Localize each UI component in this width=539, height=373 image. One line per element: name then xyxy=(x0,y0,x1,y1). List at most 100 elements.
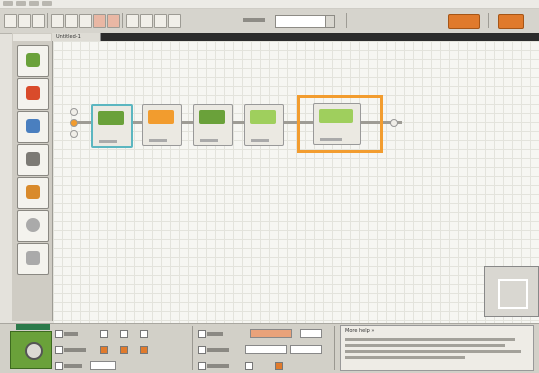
comment-icon[interactable] xyxy=(154,14,167,28)
palette-display[interactable] xyxy=(17,144,49,176)
toolbar-divider xyxy=(47,13,48,28)
help-panel: More help » xyxy=(340,325,534,371)
power-label xyxy=(207,332,223,336)
display-icon xyxy=(26,152,40,166)
port-checkbox-d[interactable] xyxy=(140,330,148,338)
end-point xyxy=(390,119,398,127)
palette-loop[interactable] xyxy=(17,210,49,242)
port-checkbox-c[interactable] xyxy=(120,330,128,338)
block-caption xyxy=(251,139,269,142)
motor-block[interactable] xyxy=(91,104,133,148)
stop-button[interactable] xyxy=(498,14,524,29)
port-checkbox-b[interactable] xyxy=(100,330,108,338)
motor-block-2[interactable] xyxy=(193,104,233,146)
undo-icon[interactable] xyxy=(93,14,106,28)
duration-unit-select[interactable] xyxy=(290,345,322,354)
block-caption xyxy=(320,138,342,141)
power-slider[interactable] xyxy=(250,329,292,338)
palette-sound[interactable] xyxy=(17,111,49,143)
steering-field[interactable] xyxy=(90,361,116,370)
help-text-line xyxy=(345,338,515,341)
direction-label xyxy=(64,348,86,352)
display-block[interactable] xyxy=(244,104,284,146)
tab-label: Untitled-1 xyxy=(56,34,81,40)
zoom-icon[interactable] xyxy=(168,14,181,28)
palette-switch[interactable] xyxy=(17,243,49,275)
new-icon[interactable] xyxy=(4,14,17,28)
palette-record-play[interactable] xyxy=(17,78,49,110)
profile-label xyxy=(243,18,265,22)
pan-icon[interactable] xyxy=(140,14,153,28)
brake-radio[interactable] xyxy=(245,362,253,370)
menu-bar xyxy=(0,0,539,9)
port-label xyxy=(64,332,78,336)
sound-icon xyxy=(26,119,40,133)
direction-radio[interactable] xyxy=(55,346,63,354)
record-icon xyxy=(26,86,40,100)
work-area-minimap[interactable] xyxy=(484,266,539,317)
menu-edit[interactable] xyxy=(16,1,26,6)
power-value[interactable] xyxy=(300,329,322,338)
gear-icon xyxy=(25,342,43,360)
open-icon[interactable] xyxy=(18,14,31,28)
copy-icon[interactable] xyxy=(65,14,78,28)
wait-block[interactable] xyxy=(313,103,361,145)
motor-icon xyxy=(199,110,225,124)
palette-wait[interactable] xyxy=(17,177,49,209)
minimap-viewport[interactable] xyxy=(498,279,528,309)
panel-divider xyxy=(334,326,335,370)
move-icon xyxy=(26,53,40,67)
toolbar xyxy=(0,9,539,34)
toolbar-divider xyxy=(346,13,347,28)
chevron-down-icon xyxy=(325,16,334,27)
power-radio[interactable] xyxy=(198,330,206,338)
switch-icon xyxy=(26,251,40,265)
redo-icon[interactable] xyxy=(107,14,120,28)
save-icon[interactable] xyxy=(32,14,45,28)
toolbar-divider xyxy=(122,13,123,28)
profile-select[interactable] xyxy=(275,15,335,28)
port-checkbox-a[interactable] xyxy=(55,330,63,338)
direction-stop[interactable] xyxy=(140,346,148,354)
block-palette xyxy=(12,33,53,321)
config-block-icon xyxy=(10,331,52,369)
document-tabs: Untitled-1 xyxy=(52,33,539,41)
run-button[interactable] xyxy=(448,14,480,29)
menu-file[interactable] xyxy=(3,1,13,6)
duration-field[interactable] xyxy=(245,345,287,354)
steering-label xyxy=(64,364,82,368)
sound-block[interactable] xyxy=(142,104,182,146)
block-caption xyxy=(149,139,167,142)
sound-icon xyxy=(148,110,174,124)
help-text-line xyxy=(345,344,505,347)
tab-untitled[interactable]: Untitled-1 xyxy=(52,33,101,41)
wait-icon xyxy=(319,109,353,123)
motor-icon xyxy=(98,111,124,125)
next-action-label xyxy=(207,364,229,368)
palette-tabs[interactable] xyxy=(13,34,51,41)
loop-icon xyxy=(26,218,40,232)
direction-forward[interactable] xyxy=(100,346,108,354)
duration-radio[interactable] xyxy=(198,346,206,354)
help-title: More help » xyxy=(345,328,375,334)
steering-radio[interactable] xyxy=(55,362,63,370)
start-point xyxy=(70,130,78,138)
menu-help[interactable] xyxy=(42,1,52,6)
help-text-line xyxy=(345,350,521,353)
palette-move[interactable] xyxy=(17,45,49,77)
block-caption xyxy=(200,139,218,142)
config-tab[interactable] xyxy=(16,324,50,330)
paste-icon[interactable] xyxy=(79,14,92,28)
duration-label xyxy=(207,348,229,352)
coast-radio[interactable] xyxy=(275,362,283,370)
help-text-line xyxy=(345,356,465,359)
program-canvas[interactable] xyxy=(53,41,539,323)
block-caption xyxy=(99,140,117,143)
panel-divider xyxy=(192,326,193,370)
start-point xyxy=(70,108,78,116)
cut-icon[interactable] xyxy=(51,14,64,28)
pointer-icon[interactable] xyxy=(126,14,139,28)
menu-tools[interactable] xyxy=(29,1,39,6)
next-action-radio[interactable] xyxy=(198,362,206,370)
direction-backward[interactable] xyxy=(120,346,128,354)
